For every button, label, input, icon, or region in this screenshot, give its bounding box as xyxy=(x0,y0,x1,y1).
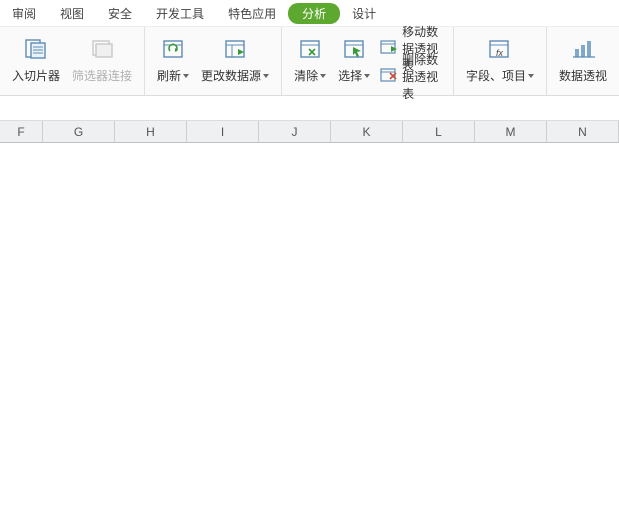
col-header[interactable]: M xyxy=(475,121,547,142)
tab-view[interactable]: 视图 xyxy=(48,2,96,25)
change-data-source-label: 更改数据源 xyxy=(201,67,261,84)
pivot-chart-icon xyxy=(571,37,595,61)
fields-items-label: 字段、项目 xyxy=(466,67,526,84)
delete-x-icon xyxy=(380,68,398,84)
group-actions: 清除 选择 移动数据透视表 删除数据透视表 xyxy=(282,27,454,95)
group-data: 刷新 更改数据源 xyxy=(145,27,282,95)
col-header[interactable]: K xyxy=(331,121,403,142)
col-header[interactable]: I xyxy=(187,121,259,142)
col-header[interactable]: F xyxy=(0,121,43,142)
group-calc: fx 字段、项目 xyxy=(454,27,547,95)
insert-slicer-button[interactable]: 入切片器 xyxy=(6,35,66,93)
refresh-label: 刷新 xyxy=(157,67,181,84)
data-source-icon xyxy=(223,37,247,61)
chevron-down-icon xyxy=(528,74,534,78)
fields-items-button[interactable]: fx 字段、项目 xyxy=(460,35,540,93)
menu-tabs: 审阅 视图 安全 开发工具 特色应用 分析 设计 xyxy=(0,0,619,26)
filter-connections-button: 筛选器连接 xyxy=(66,35,138,93)
group-slicer: 入切片器 筛选器连接 xyxy=(0,27,145,95)
refresh-icon xyxy=(161,37,185,61)
tab-devtools[interactable]: 开发工具 xyxy=(144,2,216,25)
fx-icon: fx xyxy=(488,37,512,61)
col-header[interactable]: N xyxy=(547,121,619,142)
refresh-button[interactable]: 刷新 xyxy=(151,35,195,93)
insert-slicer-label: 入切片器 xyxy=(12,67,60,84)
delete-pivot-label: 删除数据透视表 xyxy=(402,51,443,102)
col-header[interactable]: L xyxy=(403,121,475,142)
delete-pivot-button[interactable]: 删除数据透视表 xyxy=(376,63,447,89)
select-button[interactable]: 选择 xyxy=(332,35,376,93)
clear-button[interactable]: 清除 xyxy=(288,35,332,93)
formula-bar-area xyxy=(0,96,619,121)
clear-icon xyxy=(298,37,322,61)
tab-design[interactable]: 设计 xyxy=(340,2,388,25)
sheet-cells[interactable] xyxy=(0,143,619,513)
chevron-down-icon xyxy=(263,74,269,78)
col-header[interactable]: J xyxy=(259,121,331,142)
clear-label: 清除 xyxy=(294,67,318,84)
tab-analysis[interactable]: 分析 xyxy=(288,3,340,24)
move-arrow-icon xyxy=(380,40,398,56)
group-chart: 数据透视 xyxy=(547,27,619,95)
pivot-chart-label: 数据透视 xyxy=(559,67,607,84)
tab-featured[interactable]: 特色应用 xyxy=(216,2,288,25)
change-data-source-button[interactable]: 更改数据源 xyxy=(195,35,275,93)
chevron-down-icon xyxy=(183,74,189,78)
col-header[interactable]: G xyxy=(43,121,115,142)
column-headers: F G H I J K L M N xyxy=(0,121,619,143)
select-label: 选择 xyxy=(338,67,362,84)
chevron-down-icon xyxy=(320,74,326,78)
filter-icon xyxy=(90,37,114,61)
filter-connections-label: 筛选器连接 xyxy=(72,67,132,84)
tab-review[interactable]: 审阅 xyxy=(0,2,48,25)
slicer-icon xyxy=(24,37,48,61)
tab-security[interactable]: 安全 xyxy=(96,2,144,25)
ribbon: 入切片器 筛选器连接 刷新 更改数据源 清除 xyxy=(0,26,619,96)
pivot-chart-button[interactable]: 数据透视 xyxy=(553,35,613,93)
select-icon xyxy=(342,37,366,61)
col-header[interactable]: H xyxy=(115,121,187,142)
chevron-down-icon xyxy=(364,74,370,78)
svg-text:fx: fx xyxy=(496,48,504,58)
